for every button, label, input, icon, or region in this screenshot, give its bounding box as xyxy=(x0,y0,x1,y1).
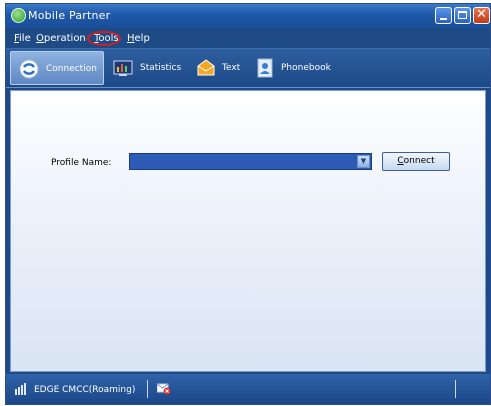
close-button[interactable]: ✕ xyxy=(473,7,490,24)
connection-icon xyxy=(19,59,39,79)
tab-connection-label: Connection xyxy=(46,64,97,74)
network-status: EDGE CMCC(Roaming) xyxy=(34,385,136,395)
connect-label: onnect xyxy=(403,156,435,166)
signal-strength-icon xyxy=(15,383,29,395)
menu-operation-label: peration xyxy=(43,33,86,44)
minimize-button[interactable] xyxy=(435,7,452,24)
profile-name-label: Profile Name: xyxy=(51,158,112,168)
tab-phonebook[interactable]: Phonebook xyxy=(253,51,338,85)
menu-bar: File Operation Tools Help xyxy=(6,28,490,48)
tab-connection[interactable]: Connection xyxy=(10,51,104,85)
app-icon xyxy=(11,8,26,23)
menu-operation[interactable]: Operation xyxy=(36,33,86,44)
close-icon: ✕ xyxy=(476,7,487,22)
menu-help[interactable]: Help xyxy=(127,33,150,44)
statistics-icon xyxy=(113,60,133,76)
highlight-circle xyxy=(87,31,121,46)
tab-phonebook-label: Phonebook xyxy=(281,63,331,73)
menu-help-label: elp xyxy=(134,33,150,44)
menu-operation-accel: O xyxy=(36,33,44,44)
status-bar: EDGE CMCC(Roaming) xyxy=(6,374,490,404)
status-separator-right xyxy=(455,380,456,398)
tab-statistics[interactable]: Statistics xyxy=(111,51,186,85)
menu-help-accel: H xyxy=(127,33,135,44)
maximize-icon xyxy=(458,11,467,19)
connect-button[interactable]: Connect xyxy=(382,152,450,171)
phonebook-icon xyxy=(257,58,273,78)
minimize-icon xyxy=(440,18,447,20)
connection-panel: Profile Name: ▼ Connect xyxy=(10,90,486,372)
profile-name-dropdown[interactable]: ▼ xyxy=(129,153,372,170)
maximize-button[interactable] xyxy=(454,7,471,24)
mobile-partner-window: Mobile Partner ✕ File Operation Tools He… xyxy=(5,3,491,405)
title-bar: Mobile Partner ✕ xyxy=(6,4,490,28)
tab-text-label: Text xyxy=(222,63,241,73)
window-title: Mobile Partner xyxy=(28,9,111,22)
tab-text[interactable]: Text xyxy=(194,51,244,85)
toolbar: Connection Statistics Text Phonebook xyxy=(6,48,490,88)
menu-file-label: ile xyxy=(19,33,31,44)
status-separator xyxy=(147,380,148,398)
menu-file[interactable]: File xyxy=(14,33,31,44)
envelope-icon xyxy=(197,59,215,76)
chevron-down-icon[interactable]: ▼ xyxy=(357,155,370,168)
tab-statistics-label: Statistics xyxy=(140,63,182,73)
sms-error-icon[interactable] xyxy=(157,383,171,395)
